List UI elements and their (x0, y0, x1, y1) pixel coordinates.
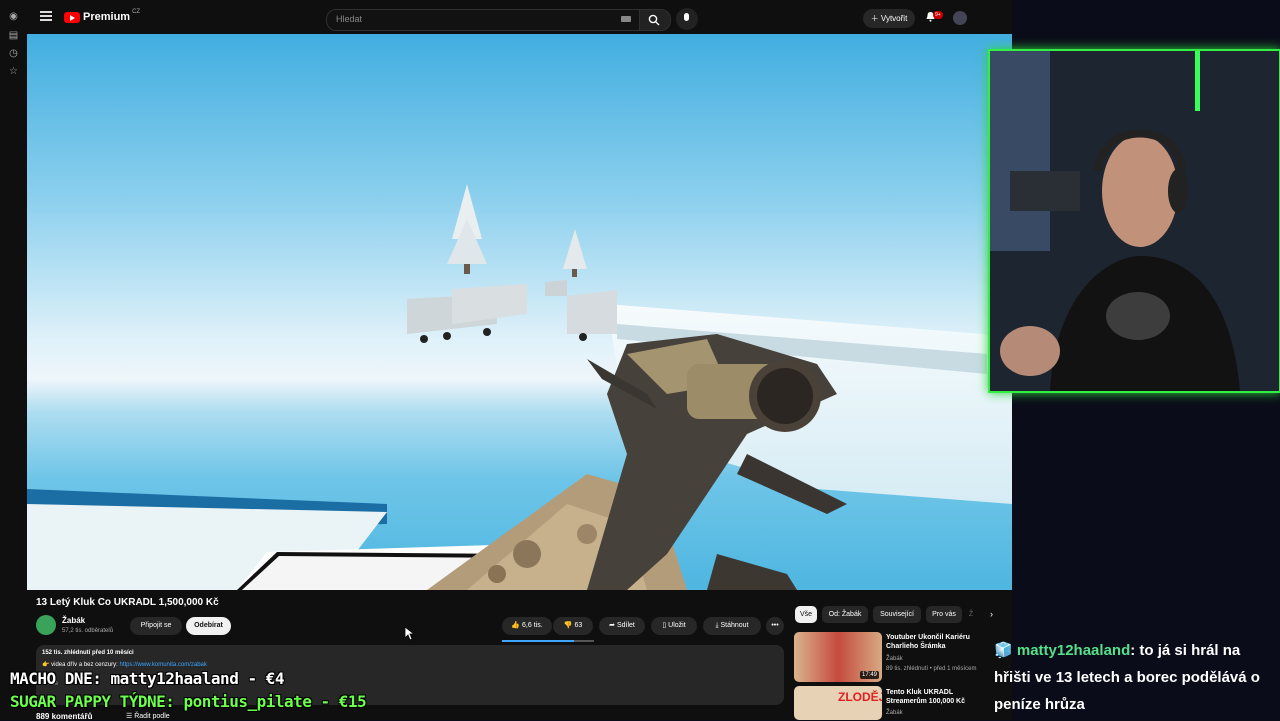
macho-dne-overlay: MACHO DNE: matty12haaland - €4 (10, 669, 284, 688)
subscribe-button[interactable]: Odebírat (186, 617, 231, 635)
channel-avatar[interactable] (36, 615, 56, 635)
search-icon (648, 14, 660, 26)
channel-subscribers: 57,2 tis. odběratelů (62, 628, 114, 634)
notification-badge: 9+ (933, 11, 943, 19)
search-input[interactable]: Hledat (326, 9, 640, 31)
create-button[interactable]: ＋ Vytvořit (863, 9, 915, 28)
video-stats: 152 tis. zhlédnutí před 10 měsíci (42, 650, 134, 656)
mic-icon (684, 13, 689, 21)
search-placeholder: Hledat (336, 14, 363, 24)
sort-comments-button[interactable]: ☰ Řadit podle (126, 712, 170, 720)
account-avatar[interactable] (953, 11, 967, 25)
download-label: Stáhnout (720, 622, 749, 629)
like-ratio-bar (502, 640, 594, 642)
rec-channel-1[interactable]: Žabák (886, 656, 903, 662)
history-icon[interactable]: ◷ (7, 47, 20, 60)
chat-message: 🧊 matty12haaland: to já si hrál na hřišt… (994, 637, 1274, 718)
more-actions-button[interactable]: ••• (766, 617, 784, 635)
chat-username: matty12haaland (1016, 642, 1131, 659)
search-button[interactable] (639, 9, 671, 31)
like-ratio-fill (502, 640, 574, 642)
rec-title-1[interactable]: Youtuber Ukončil Kariéru Charlieho Šrámk… (886, 633, 986, 651)
rec-title-2[interactable]: Tento Kluk UKRADL Streamerům 100,000 Kč (886, 688, 986, 706)
create-label: Vytvořit (880, 14, 908, 23)
rec-meta-1: 89 tis. zhlédnutí • před 1 měsícem (886, 666, 977, 672)
share-label: Sdílet (616, 622, 635, 629)
video-frame-game-scene (27, 184, 1012, 590)
save-button[interactable]: ▯ Uložit (651, 617, 697, 635)
share-button[interactable]: ➦ Sdílet (599, 617, 645, 635)
chips-next-arrow-icon[interactable]: › (990, 609, 993, 619)
home-icon[interactable]: ◉ (7, 10, 20, 23)
dislike-button[interactable]: 👎 63 (553, 617, 593, 635)
chip-overflow: Ž (968, 611, 974, 618)
webcam-feed (990, 51, 1279, 391)
youtube-window: ◉ ▤ ◷ ☆ Premium CZ Hledat ＋ Vytvořit 9+ (0, 0, 1012, 721)
youtube-premium-logo[interactable]: Premium CZ (64, 9, 141, 23)
voice-search-button[interactable] (676, 8, 698, 30)
community-link[interactable]: https://www.komunita.com/zabak (120, 662, 207, 668)
description-line: 👉 videa dřív a bez cenzury: https://www.… (42, 662, 207, 668)
chip-all[interactable]: Vše (795, 606, 817, 623)
download-button[interactable]: ⤓ Stáhnout (703, 617, 761, 635)
rec-thumbnail-1[interactable]: 17:49 (794, 632, 882, 682)
chip-related[interactable]: Související (873, 606, 921, 623)
mouse-cursor-icon (405, 627, 415, 641)
youtube-play-icon (64, 11, 80, 23)
rec-duration: 17:49 (859, 671, 879, 679)
dislike-count: 63 (574, 622, 583, 629)
sort-label: Řadit podle (134, 713, 170, 720)
sugar-pappy-overlay: SUGAR PAPPY TÝDNE: pontius_pilate - €15 (10, 692, 367, 711)
video-player[interactable] (27, 34, 1012, 590)
keyboard-icon[interactable] (621, 16, 631, 22)
join-button[interactable]: Připojit se (130, 617, 182, 635)
chip-for-you[interactable]: Pro vás (926, 606, 962, 623)
rec-thumbnail-2[interactable]: ZLODĚJ (794, 686, 882, 720)
hamburger-menu-icon[interactable] (40, 11, 52, 21)
like-button[interactable]: 👍 6,6 tis. (502, 617, 552, 635)
logo-text: Premium (83, 11, 131, 23)
description-text: videa dřív a bez cenzury: (51, 662, 120, 668)
channel-name[interactable]: Žabák (62, 616, 85, 625)
chip-from-channel[interactable]: Od: Žabák (822, 606, 868, 623)
chat-badge-icon: 🧊 (994, 642, 1013, 659)
rec-channel-2[interactable]: Žabák (886, 710, 903, 716)
favorites-icon[interactable]: ☆ (7, 65, 20, 78)
left-rail: ◉ ▤ ◷ ☆ (0, 0, 27, 720)
subscriptions-icon[interactable]: ▤ (7, 29, 20, 42)
webcam-overlay (988, 49, 1280, 393)
save-label: Uložit (668, 622, 686, 629)
rec-thumb-text: ZLODĚJ (838, 690, 882, 704)
logo-region: CZ (132, 9, 141, 15)
video-title: 13 Letý Kluk Co UKRADL 1,500,000 Kč (36, 597, 219, 608)
like-count: 6,6 tis. (522, 622, 543, 629)
